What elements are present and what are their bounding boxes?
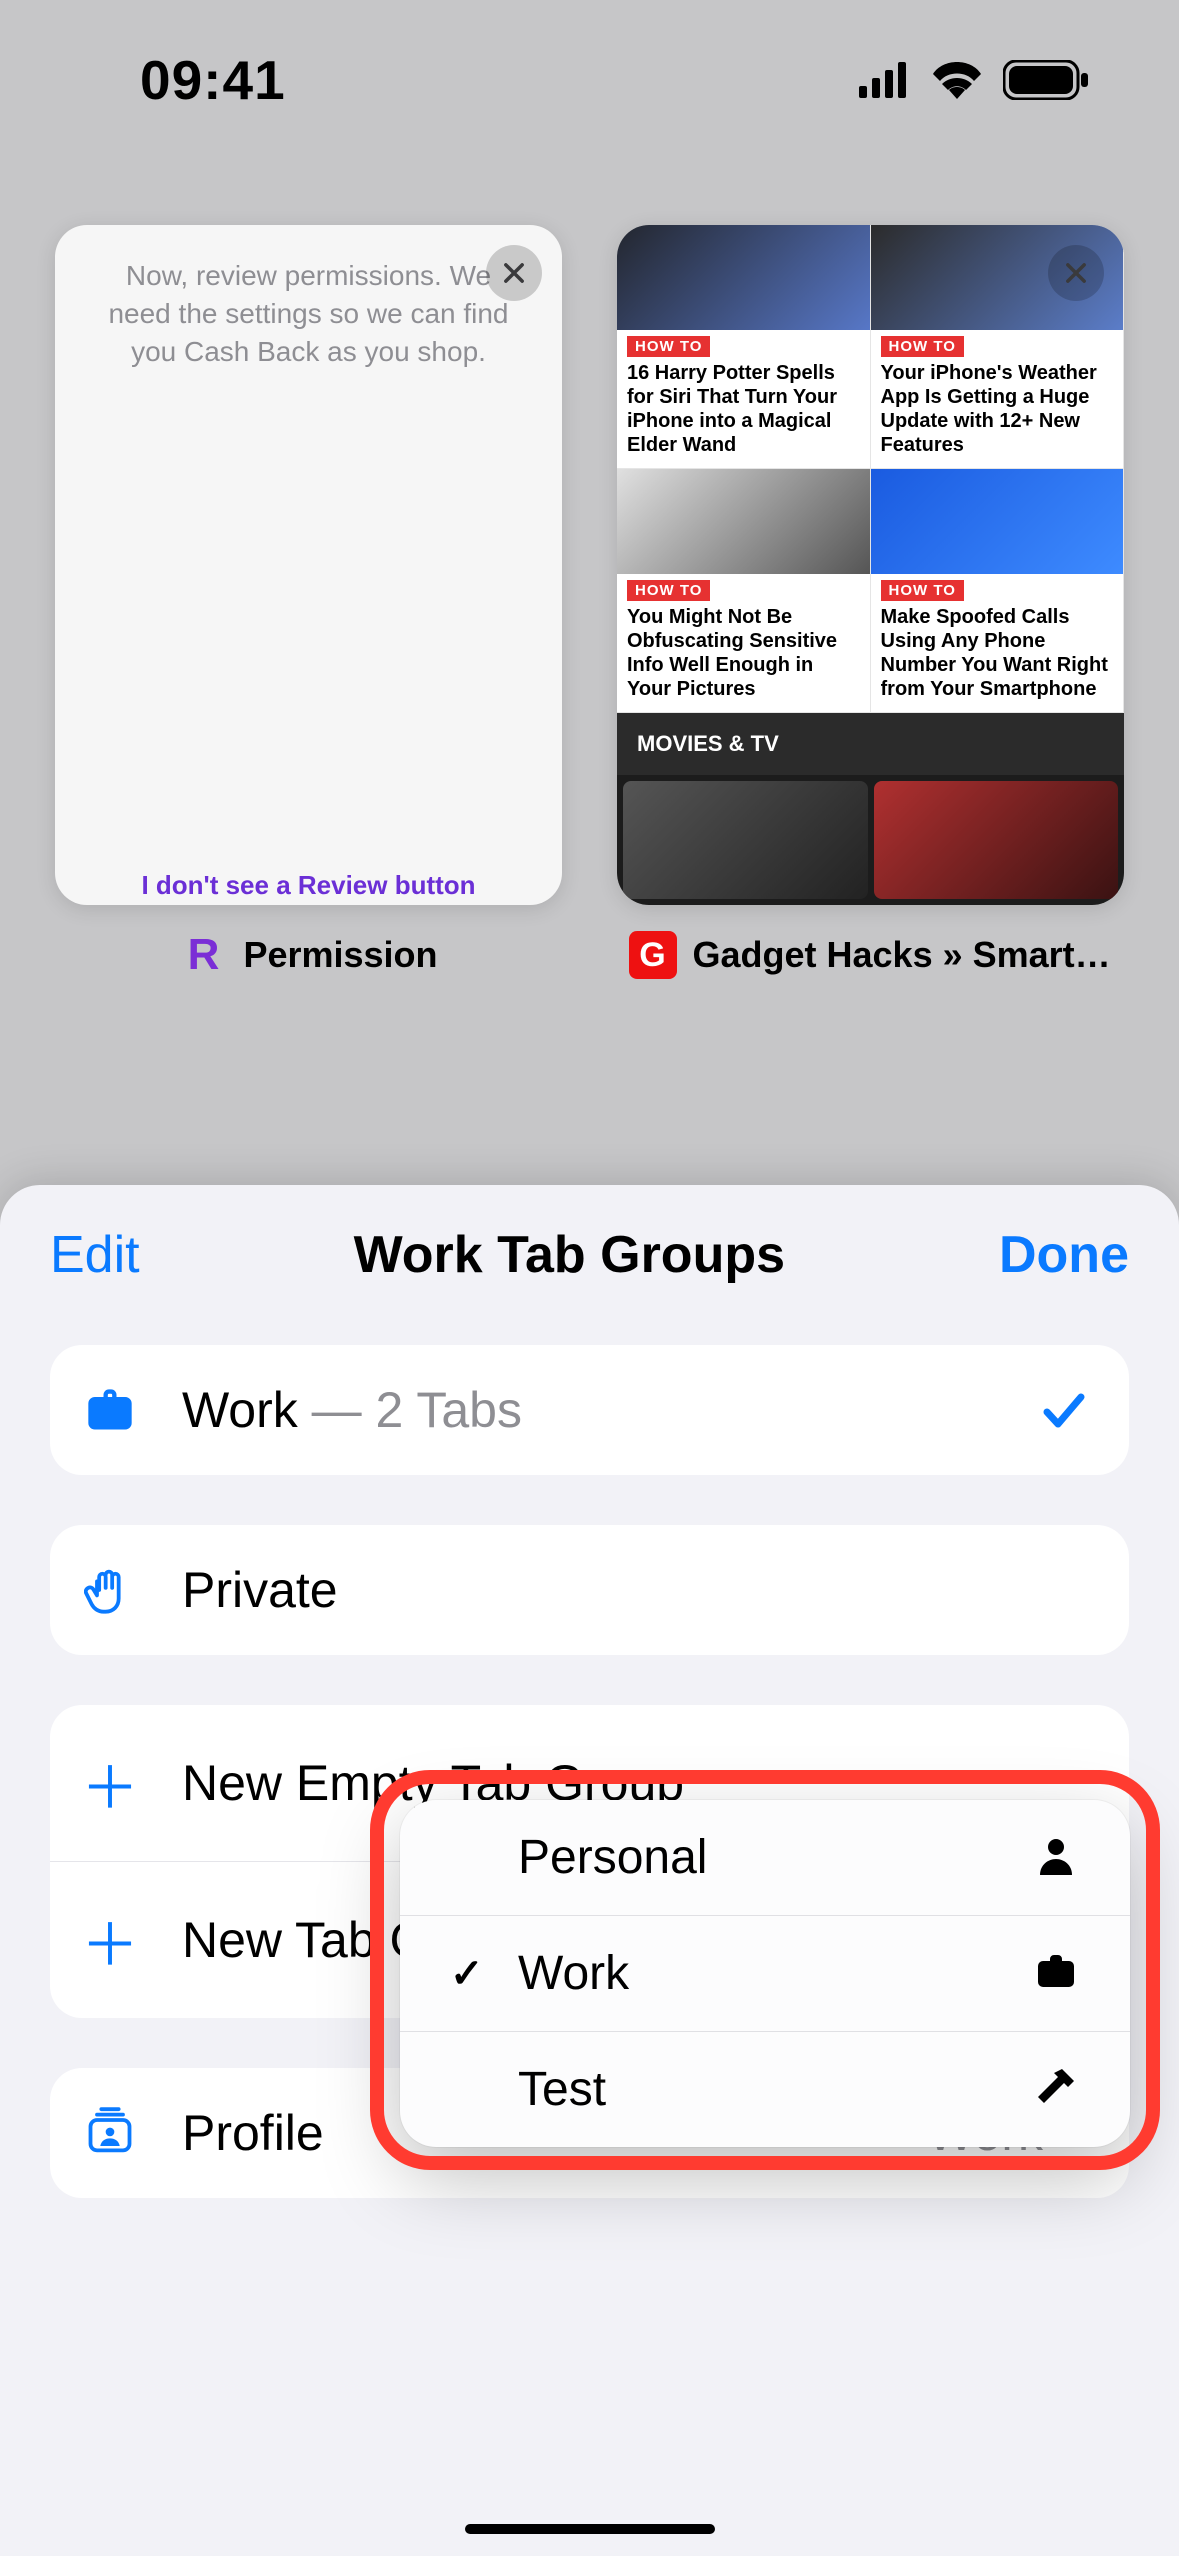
plus-icon: ＋ bbox=[80, 1741, 140, 1825]
tab-card-permission[interactable]: Now, review permissions. We need the set… bbox=[55, 225, 562, 979]
checkmark-icon bbox=[1039, 1385, 1089, 1435]
tab1-title: Permission bbox=[243, 934, 437, 976]
status-indicators bbox=[859, 60, 1089, 100]
private-label: Private bbox=[182, 1561, 1089, 1619]
profile-icon bbox=[80, 2107, 140, 2159]
profile-option-work[interactable]: ✓ Work bbox=[400, 1915, 1130, 2031]
edit-button[interactable]: Edit bbox=[50, 1225, 140, 1285]
tab2-favicon: G bbox=[629, 931, 677, 979]
plus-icon: ＋ bbox=[80, 1898, 140, 1982]
group-work-label: Work — 2 Tabs bbox=[182, 1381, 997, 1439]
tab-card-gadgethacks[interactable]: HOW TO16 Harry Potter Spells for Siri Th… bbox=[617, 225, 1124, 979]
section-header: MOVIES & TV bbox=[617, 713, 1124, 775]
sheet-title: Work Tab Groups bbox=[354, 1225, 785, 1285]
tab-overview: Now, review permissions. We need the set… bbox=[0, 225, 1179, 979]
home-indicator bbox=[465, 2524, 715, 2534]
tab1-body: Now, review permissions. We need the set… bbox=[55, 225, 562, 370]
tab1-favicon: R bbox=[179, 931, 227, 979]
briefcase-icon bbox=[1034, 1949, 1080, 1998]
movies-strip bbox=[617, 775, 1124, 905]
group-work-row[interactable]: Work — 2 Tabs bbox=[50, 1345, 1129, 1475]
hammer-icon bbox=[1034, 2065, 1080, 2114]
selected-check-icon: ✓ bbox=[450, 1951, 490, 1997]
briefcase-icon bbox=[80, 1384, 140, 1436]
private-row[interactable]: Private bbox=[50, 1525, 1129, 1655]
profile-option-test[interactable]: Test bbox=[400, 2031, 1130, 2147]
status-bar: 09:41 bbox=[0, 0, 1179, 160]
done-button[interactable]: Done bbox=[999, 1225, 1129, 1285]
tab2-title: Gadget Hacks » Smartph… bbox=[693, 934, 1113, 976]
article-grid: HOW TO16 Harry Potter Spells for Siri Th… bbox=[617, 225, 1124, 713]
close-tab-button[interactable] bbox=[1048, 245, 1104, 301]
profile-picker-popover: Personal ✓ Work Test bbox=[400, 1800, 1130, 2147]
status-time: 09:41 bbox=[140, 48, 286, 112]
wifi-icon bbox=[931, 61, 983, 99]
tab1-bottom-link: I don't see a Review button bbox=[55, 870, 562, 901]
close-tab-button[interactable] bbox=[486, 245, 542, 301]
hand-icon bbox=[80, 1564, 140, 1616]
profile-option-personal[interactable]: Personal bbox=[400, 1800, 1130, 1915]
battery-icon bbox=[1003, 60, 1089, 100]
person-icon bbox=[1034, 1833, 1080, 1882]
cellular-icon bbox=[859, 62, 911, 98]
